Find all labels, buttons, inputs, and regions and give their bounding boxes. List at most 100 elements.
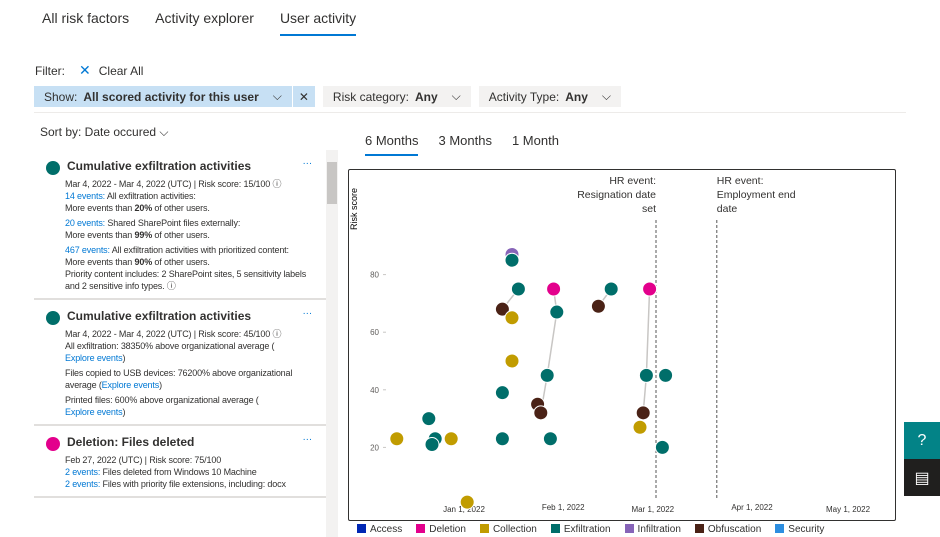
deletion-dot-icon (46, 437, 60, 451)
text: All exfiltration activities with priorit… (109, 245, 289, 255)
text: More events than (65, 203, 135, 213)
risk-chart: Risk score 20 40 60 80 Jan 1, 2022 Feb 1, 2022… (348, 169, 896, 521)
activity-card[interactable]: Cumulative exfiltration activities ··· M… (34, 150, 326, 300)
hr-event-label: date (717, 203, 738, 215)
activity-card[interactable]: Deletion: Files deleted ··· Feb 27, 2022… (34, 426, 326, 498)
divider (34, 112, 906, 113)
exfiltration-dot-icon (46, 161, 60, 175)
events-link[interactable]: 467 events: (65, 245, 110, 255)
legend-label: Deletion (429, 524, 466, 535)
percent: 90% (134, 257, 153, 267)
explore-events-link[interactable]: Explore events (65, 407, 123, 417)
deletion-point (546, 281, 562, 297)
legend-label: Collection (492, 524, 537, 535)
show-filter-dropdown[interactable]: Show: All scored activity for this user ⌵ (34, 86, 292, 107)
legend-label: Security (788, 524, 825, 535)
text: All exfiltration activities: (105, 191, 196, 201)
collection-point (389, 431, 405, 447)
show-value: All scored activity for this user (83, 89, 259, 104)
exfiltration-point (510, 281, 526, 297)
legend-swatch (550, 524, 560, 533)
more-options-icon[interactable]: ··· (302, 434, 312, 446)
text: More events than (65, 257, 135, 267)
x-tick-label: May 1, 2022 (826, 505, 871, 514)
scrollbar-thumb[interactable] (327, 162, 337, 204)
obfuscation-point (590, 298, 606, 314)
explore-events-link[interactable]: Explore events (102, 380, 160, 390)
priority-content-text: Priority content includes: 2 SharePoint … (65, 269, 307, 291)
legend-item-obfuscation[interactable]: Obfuscation (694, 524, 761, 535)
close-icon[interactable]: ✕ (79, 62, 91, 79)
deletion-point (642, 281, 658, 297)
collection-point (504, 353, 520, 369)
exfiltration-point (539, 367, 555, 383)
percent: 20% (134, 203, 153, 213)
x-tick-label: Mar 1, 2022 (631, 505, 674, 514)
tab-user-activity[interactable]: User activity (279, 10, 357, 36)
top-tabs: All risk factors Activity explorer User … (42, 10, 357, 36)
exfiltration-point (542, 431, 558, 447)
type-label: Activity Type: (488, 89, 560, 104)
explore-events-link[interactable]: Explore events (65, 353, 123, 363)
sort-dropdown[interactable]: Sort by: Date occured ⌵ (40, 125, 169, 140)
info-icon[interactable]: ⓘ (167, 281, 176, 291)
obfuscation-point (635, 405, 651, 421)
exfiltration-point (658, 367, 674, 383)
collection-point (632, 419, 648, 435)
chevron-down-icon: ⌵ (451, 89, 461, 103)
list-scrollbar[interactable] (326, 150, 338, 537)
y-tick-label: 60 (370, 328, 379, 337)
clear-all-button[interactable]: Clear All (99, 64, 144, 78)
filter-label: Filter: (35, 63, 65, 78)
exfiltration-dot-icon (46, 311, 60, 325)
tab-6-months[interactable]: 6 Months (365, 133, 419, 156)
events-link[interactable]: 2 events: (65, 479, 100, 489)
events-link[interactable]: 2 events: (65, 467, 100, 477)
show-label: Show: (44, 89, 78, 104)
tab-3-months[interactable]: 3 Months (438, 133, 491, 156)
info-icon[interactable]: ⓘ (272, 179, 281, 189)
legend-label: Exfiltration (563, 524, 611, 535)
exfiltration-point (638, 367, 654, 383)
obfuscation-point (533, 405, 549, 421)
info-icon[interactable]: ⓘ (272, 329, 281, 339)
feedback-button[interactable]: ▤ (904, 459, 940, 496)
card-date: Mar 4, 2022 - Mar 4, 2022 (UTC) | Risk s… (65, 179, 282, 189)
exfiltration-point (494, 385, 510, 401)
legend-swatch (416, 524, 426, 533)
help-button[interactable]: ? (904, 422, 940, 459)
text: Files copied to USB devices: 76200% abov… (65, 368, 293, 390)
events-link[interactable]: 20 events: (65, 218, 105, 228)
tab-1-month[interactable]: 1 Month (512, 133, 559, 156)
chevron-down-icon: ⌵ (159, 125, 169, 139)
legend-item-deletion[interactable]: Deletion (416, 524, 466, 535)
legend-swatch (479, 524, 489, 533)
legend-item-infiltration[interactable]: Infiltration (624, 524, 681, 535)
risk-value: Any (414, 89, 438, 104)
activity-card[interactable]: Cumulative exfiltration activities ··· M… (34, 300, 326, 426)
chart-legend: Access Deletion Collection Exfiltration Infi… (357, 524, 824, 535)
text: Files with priority file extensions, inc… (100, 479, 286, 489)
tab-activity-explorer[interactable]: Activity explorer (155, 10, 254, 36)
legend-item-exfiltration[interactable]: Exfiltration (550, 524, 611, 535)
card-date: Mar 4, 2022 - Mar 4, 2022 (UTC) | Risk s… (65, 329, 282, 339)
clear-show-filter-button[interactable]: ✕ (292, 86, 315, 107)
legend-item-security[interactable]: Security (775, 524, 824, 535)
card-title: Cumulative exfiltration activities (67, 159, 252, 173)
tab-all-risk-factors[interactable]: All risk factors (42, 10, 129, 36)
legend-item-collection[interactable]: Collection (479, 524, 537, 535)
more-options-icon[interactable]: ··· (302, 308, 312, 320)
activity-list: Cumulative exfiltration activities ··· M… (34, 150, 326, 498)
text: of other users. (152, 257, 210, 267)
exfiltration-point (603, 281, 619, 297)
card-title: Cumulative exfiltration activities (67, 309, 252, 323)
legend-item-access[interactable]: Access (357, 524, 402, 535)
percent: 99% (134, 230, 153, 240)
events-link[interactable]: 14 events: (65, 191, 105, 201)
chevron-down-icon: ⌵ (272, 89, 282, 103)
more-options-icon[interactable]: ··· (302, 158, 312, 170)
legend-swatch (357, 524, 366, 533)
risk-category-dropdown[interactable]: Risk category: Any ⌵ (322, 86, 471, 107)
text: Shared SharePoint files externally: (105, 218, 241, 228)
activity-type-dropdown[interactable]: Activity Type: Any ⌵ (478, 86, 621, 107)
